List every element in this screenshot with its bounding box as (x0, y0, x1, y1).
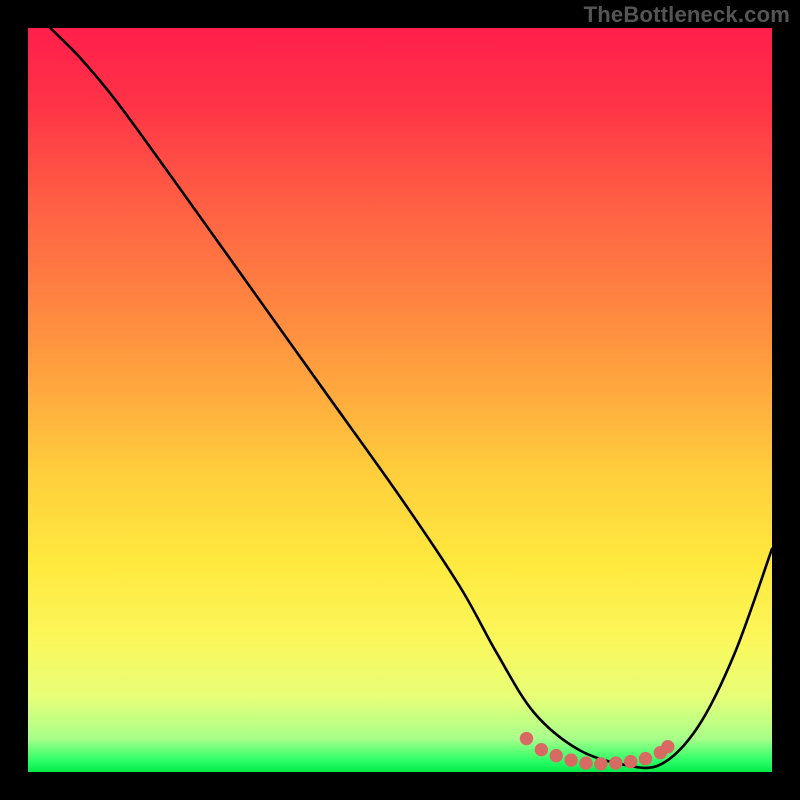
plot-area (28, 28, 772, 772)
plateau-marker (661, 740, 674, 753)
plateau-marker (609, 756, 622, 769)
plateau-marker (564, 753, 577, 766)
plateau-marker (579, 756, 592, 769)
plateau-marker (520, 732, 533, 745)
plateau-marker (639, 752, 652, 765)
bottleneck-curve (28, 28, 772, 772)
plateau-marker (594, 757, 607, 770)
plateau-marker (535, 743, 548, 756)
plateau-marker (550, 749, 563, 762)
plateau-marker (624, 755, 637, 768)
watermark-text: TheBottleneck.com (584, 2, 790, 28)
chart-frame: TheBottleneck.com (0, 0, 800, 800)
